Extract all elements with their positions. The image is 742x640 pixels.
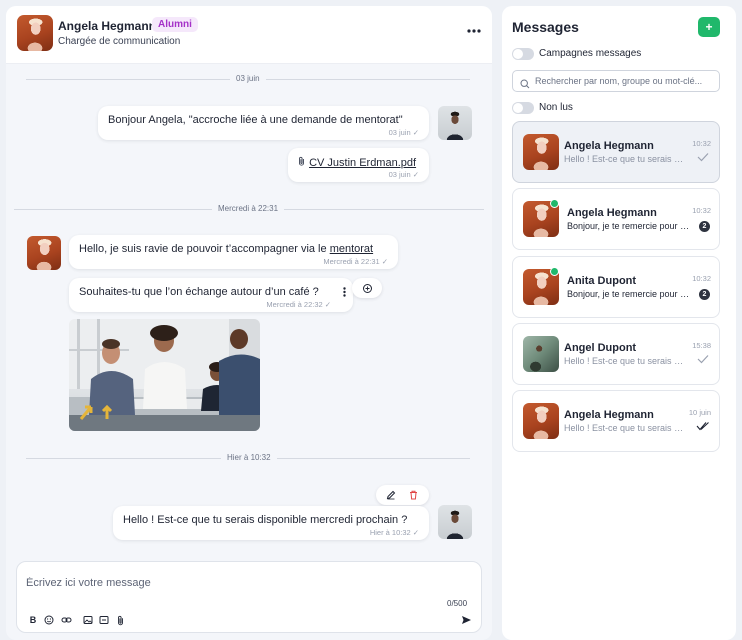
sidebar-title: Messages	[512, 19, 579, 35]
conversation-item[interactable]: Angela Hegmann Hello ! Est-ce que tu ser…	[512, 121, 720, 183]
read-double-check-icon	[696, 422, 709, 431]
sent-check-icon: ✓	[412, 170, 419, 179]
conversation-name: Angela Hegmann	[564, 140, 654, 152]
sent-check-icon: ✓	[381, 257, 388, 266]
message-timestamp: Mercredi à 22:32 ✓	[266, 300, 331, 309]
conversation-preview: Hello ! Est-ce que tu serais disponible …	[564, 154, 688, 164]
date-separator: Hier à 10:32	[221, 453, 277, 462]
attachment-icon[interactable]	[114, 614, 126, 626]
contact-avatar[interactable]	[17, 15, 53, 51]
conversation-item[interactable]: Angel Dupont Hello ! Est-ce que tu serai…	[512, 323, 720, 385]
bold-icon[interactable]: B	[27, 614, 39, 626]
conversation-item[interactable]: Anita Dupont Bonjour, je te remercie pou…	[512, 256, 720, 318]
conversation-item[interactable]: Angela Hegmann Bonjour, je te remercie p…	[512, 188, 720, 250]
unread-toggle[interactable]	[512, 102, 534, 114]
message-text: Souhaites-tu que l’on échange autour d’u…	[79, 286, 319, 298]
conversation-name: Angel Dupont	[564, 342, 637, 354]
search-icon	[520, 76, 530, 94]
conversation-name: Anita Dupont	[567, 275, 637, 287]
message-bubble-incoming[interactable]: Souhaites-tu que l’on échange autour d’u…	[69, 278, 353, 312]
campaigns-toggle-label: Campagnes messages	[539, 48, 642, 59]
message-composer: 0/500 B	[16, 561, 482, 633]
edit-icon[interactable]	[385, 489, 397, 501]
message-text: Hello ! Est-ce que tu serais disponible …	[123, 514, 408, 526]
user-avatar	[438, 505, 472, 539]
conversation-avatar	[523, 403, 559, 439]
conversation-avatar	[523, 336, 559, 372]
delete-icon[interactable]	[407, 489, 419, 501]
conversation-avatar	[523, 134, 559, 170]
chat-panel: Angela Hegmann Alumni Chargée de communi…	[6, 6, 492, 640]
conversation-item[interactable]: Angela Hegmann Hello ! Est-ce que tu ser…	[512, 390, 720, 452]
conversation-name: Angela Hegmann	[567, 207, 657, 219]
conversation-time: 10:32	[692, 206, 711, 215]
link-icon[interactable]	[60, 614, 72, 626]
attachment-bubble[interactable]: CV Justin Erdman.pdf 03 juin ✓	[288, 148, 429, 182]
date-separator: 03 juin	[230, 74, 266, 83]
search-input[interactable]	[535, 74, 717, 88]
gif-icon[interactable]	[98, 614, 110, 626]
message-timestamp: Mercredi à 22:31 ✓	[323, 257, 388, 266]
reply-icon	[361, 282, 373, 294]
sent-check-icon	[697, 355, 709, 364]
conversation-search	[512, 70, 720, 92]
attachment-link[interactable]: CV Justin Erdman.pdf	[298, 156, 416, 169]
character-counter: 0/500	[447, 599, 468, 608]
message-bubble-incoming[interactable]: Hello, je suis ravie de pouvoir t’accomp…	[69, 235, 398, 269]
sent-check-icon: ✓	[412, 128, 419, 137]
contact-name[interactable]: Angela Hegmann	[58, 19, 156, 33]
mentorat-link[interactable]: mentorat	[330, 243, 373, 255]
emoji-icon[interactable]	[43, 614, 55, 626]
reaction-button[interactable]	[352, 278, 382, 298]
conversation-preview: Hello ! Est-ce que tu serais disponible …	[564, 356, 688, 366]
sent-check-icon: ✓	[412, 528, 419, 537]
paperclip-icon	[298, 156, 306, 169]
plus-icon: +	[705, 20, 713, 34]
chat-header: Angela Hegmann Alumni Chargée de communi…	[6, 6, 492, 64]
messages-sidebar: Messages + Campagnes messages Non lus An…	[502, 6, 736, 640]
conversation-time: 10:32	[692, 274, 711, 283]
photo-illustration	[69, 319, 260, 431]
conversation-time: 10 juin	[688, 408, 711, 417]
conversation-preview: Bonjour, je te remercie pour ton message	[567, 221, 691, 231]
date-separator: Mercredi à 22:31	[212, 204, 285, 213]
unread-toggle-label: Non lus	[539, 102, 573, 113]
campaigns-toggle[interactable]	[512, 48, 534, 60]
more-horizontal-icon[interactable]	[462, 24, 486, 42]
alumni-badge: Alumni	[152, 17, 198, 32]
image-icon[interactable]	[82, 614, 94, 626]
sent-check-icon	[697, 153, 709, 162]
conversation-time: 10:32	[692, 139, 711, 148]
contact-role: Chargée de communication	[58, 36, 181, 47]
online-status-dot	[550, 199, 559, 208]
conversation-name: Angela Hegmann	[564, 409, 654, 421]
unread-count-badge: 2	[699, 289, 710, 300]
message-timestamp: 03 juin ✓	[388, 170, 419, 179]
message-actions	[376, 485, 429, 505]
new-message-button[interactable]: +	[698, 17, 720, 37]
sent-check-icon: ✓	[324, 300, 331, 309]
conversation-time: 15:38	[692, 341, 711, 350]
unread-count-badge: 2	[699, 221, 710, 232]
message-options-icon[interactable]	[339, 286, 349, 298]
message-text: Hello, je suis ravie de pouvoir t’accomp…	[79, 243, 374, 255]
conversation-preview: Hello ! Est-ce que tu serais disponible …	[564, 423, 688, 433]
message-text: Bonjour Angela, "accroche liée à une dem…	[108, 114, 403, 126]
message-bubble-outgoing[interactable]: Bonjour Angela, "accroche liée à une dem…	[98, 106, 429, 140]
user-avatar	[438, 106, 472, 140]
message-timestamp: 03 juin ✓	[388, 128, 419, 137]
contact-avatar	[27, 236, 61, 270]
message-bubble-outgoing[interactable]: Hello ! Est-ce que tu serais disponible …	[113, 506, 429, 540]
online-status-dot	[550, 267, 559, 276]
message-timestamp: Hier à 10:32 ✓	[369, 528, 419, 537]
conversation-preview: Bonjour, je te remercie pour ton message	[567, 289, 691, 299]
message-input[interactable]	[26, 574, 426, 592]
office-team-photo[interactable]	[69, 319, 260, 431]
send-icon[interactable]	[460, 614, 472, 626]
